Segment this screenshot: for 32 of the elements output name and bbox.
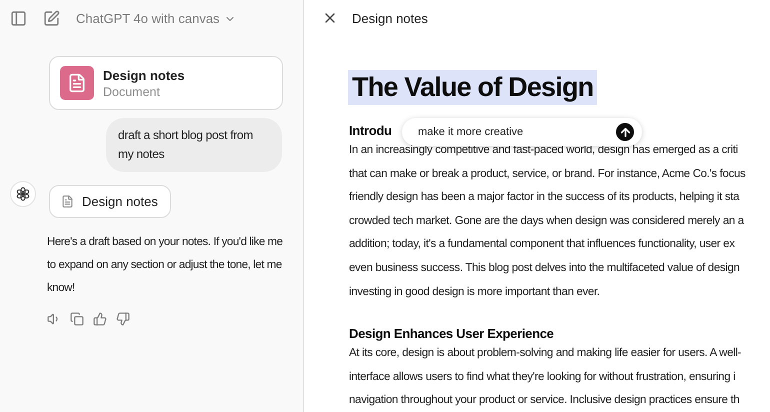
paragraph-line: friendly design has been a major factor in the success of its products, helping it sta bbox=[349, 190, 740, 206]
section-heading: Design Enhances User Experience bbox=[349, 326, 554, 342]
new-chat-icon[interactable] bbox=[43, 10, 60, 27]
send-button[interactable] bbox=[616, 123, 634, 141]
paragraph-line: addition; today, it's a fundamental component that influences functionality, user ex bbox=[349, 237, 736, 252]
user-message: draft a short blog post from my notes bbox=[106, 118, 282, 172]
sidebar-toggle-icon[interactable] bbox=[10, 10, 27, 27]
paragraph-line: In an increasingly competitive and fast-paced world, design has emerged as a criti bbox=[349, 143, 739, 158]
attachment-title: Design notes bbox=[103, 68, 185, 82]
document-title: The Value of Design bbox=[348, 70, 598, 105]
paragraph-line: navigation throughout your product or service. Inclusive design practices ensure th bbox=[349, 393, 740, 408]
attachment-card[interactable]: Design notes Document bbox=[49, 56, 283, 110]
arrow-up-icon bbox=[618, 126, 632, 138]
prompt-input[interactable]: make it more creative bbox=[418, 126, 616, 138]
copy-icon[interactable] bbox=[70, 312, 84, 326]
paragraph-line: investing in good design is more important than ever. bbox=[349, 284, 601, 300]
section-heading: Introdu bbox=[349, 123, 392, 138]
document-icon bbox=[60, 66, 94, 100]
paragraph-line: that can make or break a product, service, or brand. For instance, Acme Co.'s focus bbox=[349, 166, 746, 182]
canvas-chip[interactable]: Design notes bbox=[49, 185, 171, 218]
paragraph-line: At its core, design is about problem-solving and making life easier for users. A well- bbox=[349, 346, 742, 362]
paragraph-line: interface allows users to find what they're looking for without frustration, ensuring i bbox=[349, 370, 736, 385]
document-icon bbox=[61, 195, 74, 208]
attachment-type: Document bbox=[103, 84, 161, 98]
assistant-message: Here's a draft based on your notes. If you'd like me to expand on any section or adjust the tone, let me know! bbox=[47, 235, 284, 296]
logo-icon bbox=[15, 186, 31, 202]
paragraph-line: even business success. This blog post delves into the multifaceted value of design bbox=[349, 260, 741, 276]
thumbs-down-icon[interactable] bbox=[116, 312, 130, 326]
canvas-title: Design notes bbox=[352, 10, 428, 26]
paragraph-line: crowded tech market. Gone are the days when design was considered merely an a bbox=[349, 214, 746, 229]
thumbs-up-icon[interactable] bbox=[93, 312, 107, 326]
model-selector[interactable]: ChatGPT 4o with canvas bbox=[76, 11, 236, 26]
